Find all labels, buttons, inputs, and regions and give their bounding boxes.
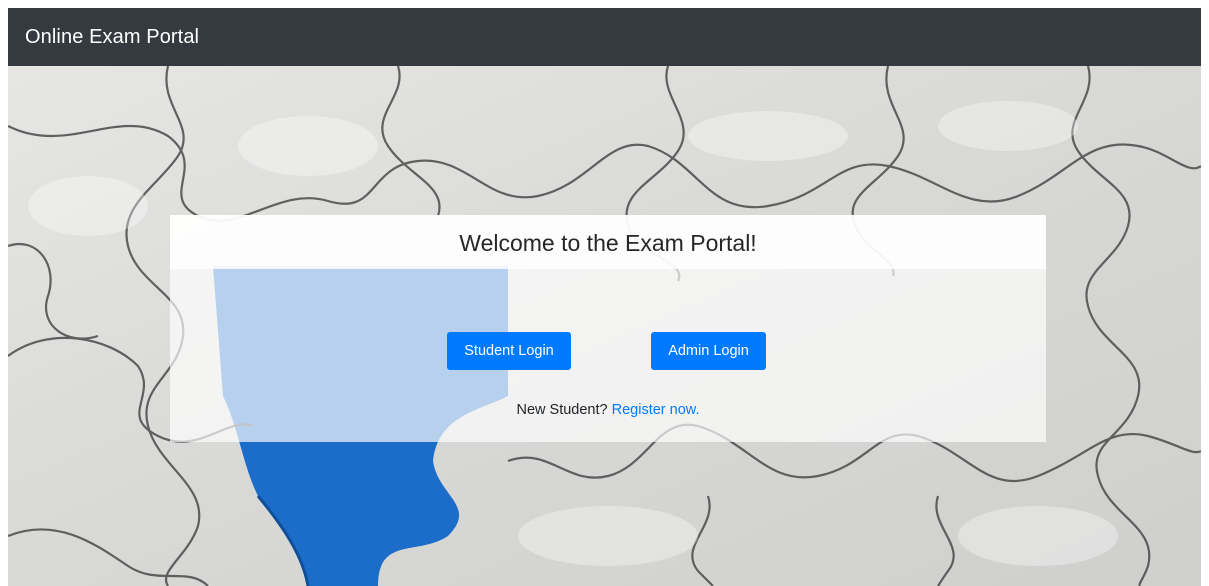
register-line: New Student? Register now. [170, 402, 1046, 418]
app-frame: Online Exam Portal Welcome to the Exam P… [8, 8, 1201, 586]
navbar-brand[interactable]: Online Exam Portal [25, 26, 199, 49]
student-login-button[interactable]: Student Login [447, 332, 571, 370]
register-link[interactable]: Register now. [612, 402, 700, 418]
register-prompt: New Student? [516, 402, 608, 418]
navbar: Online Exam Portal [8, 8, 1201, 66]
card-body: Student Login Admin Login New Student? R… [170, 269, 1046, 442]
card-header: Welcome to the Exam Portal! [170, 215, 1046, 269]
welcome-title: Welcome to the Exam Portal! [459, 229, 757, 256]
admin-login-button[interactable]: Admin Login [651, 332, 766, 370]
welcome-card: Welcome to the Exam Portal! Student Logi… [170, 215, 1046, 442]
